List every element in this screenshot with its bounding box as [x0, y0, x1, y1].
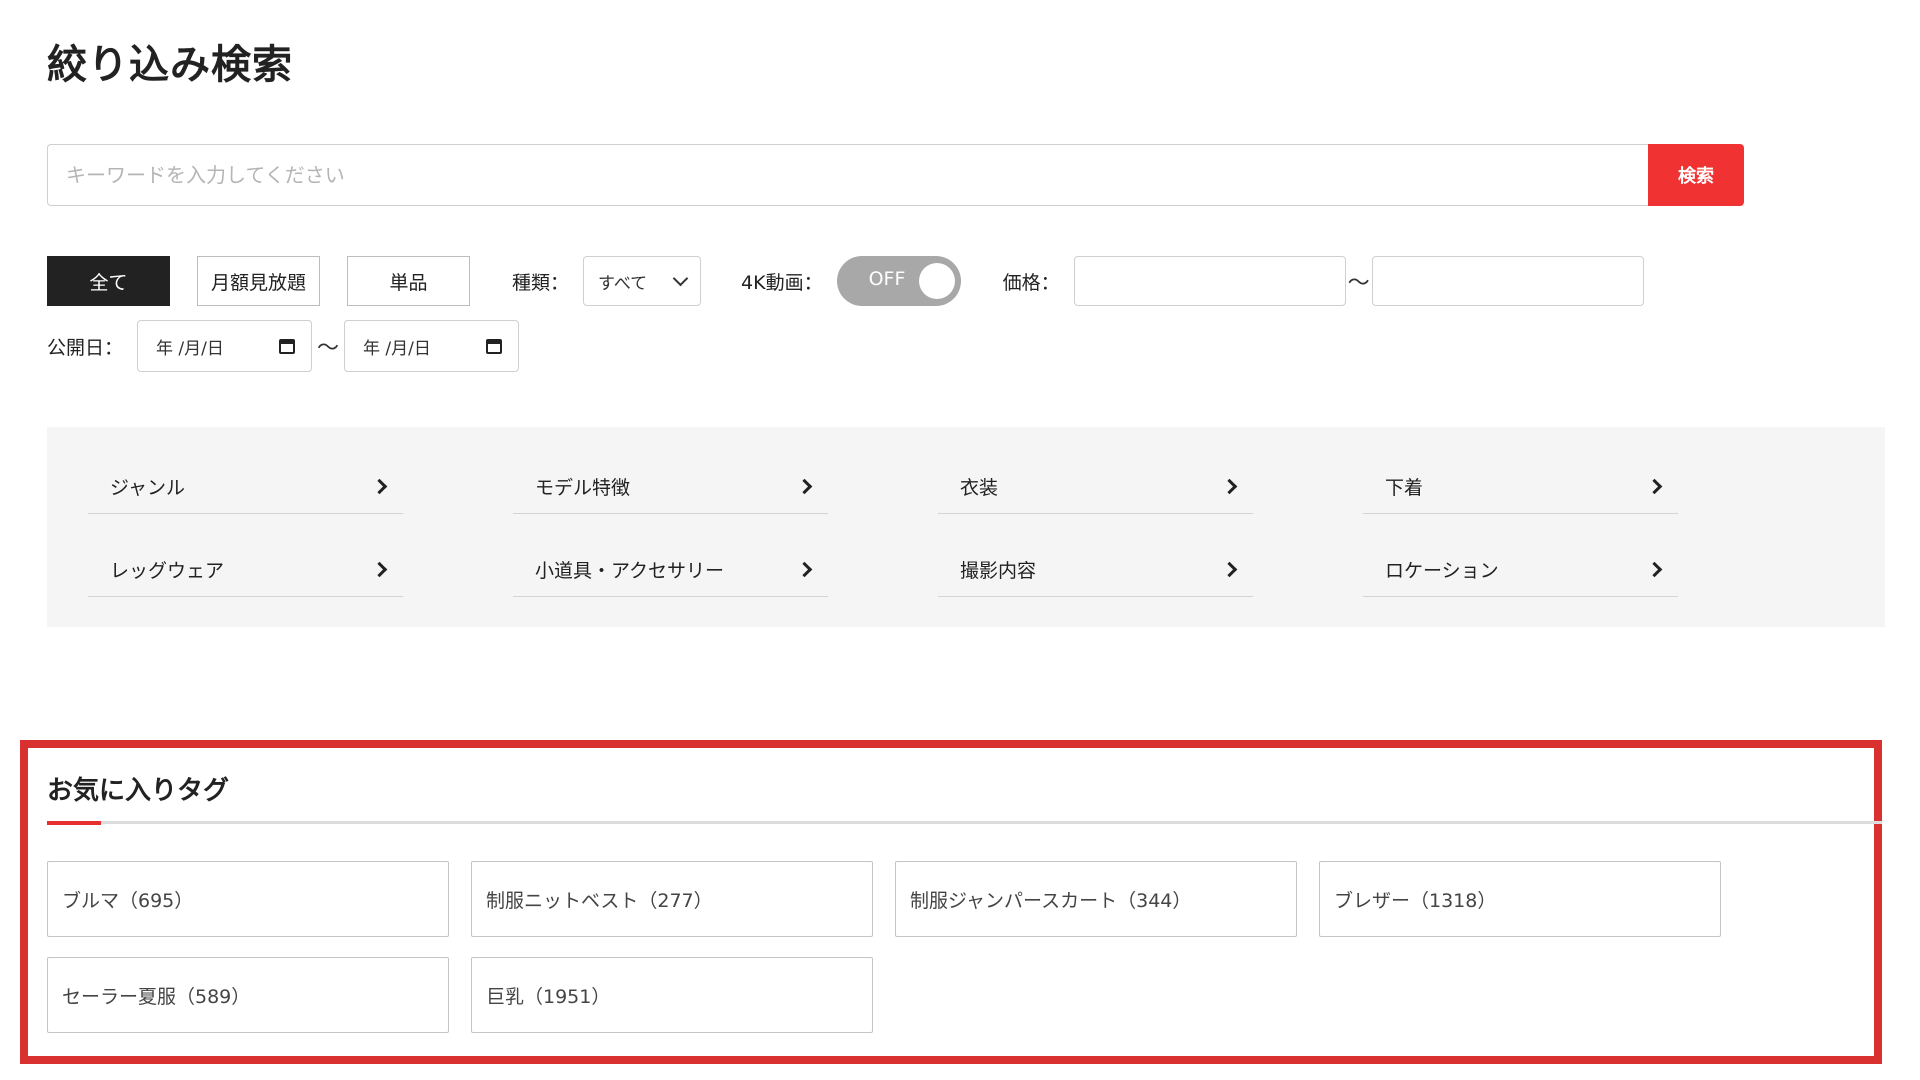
plan-all-button[interactable]: 全て [47, 256, 170, 306]
filter-row-date: 公開日： 年 /月/日 〜 年 /月/日 [47, 320, 520, 372]
tag-item[interactable]: 制服ジャンパースカート（344） [895, 861, 1297, 937]
price-max-input[interactable] [1371, 256, 1644, 306]
category-label: 衣装 [960, 477, 999, 499]
chevron-right-icon [1221, 478, 1238, 495]
chevron-right-icon [371, 478, 388, 495]
chevron-right-icon [796, 478, 813, 495]
divider-accent [47, 821, 101, 825]
category-label: 下着 [1385, 477, 1424, 499]
chevron-right-icon [1646, 561, 1663, 578]
category-label: 撮影内容 [960, 560, 1037, 582]
keyword-search-input[interactable] [47, 144, 1648, 206]
type-select[interactable]: すべて [583, 256, 702, 306]
category-underwear[interactable]: 下着 [1363, 460, 1678, 514]
price-range-tilde: 〜 [1347, 271, 1370, 296]
tag-item[interactable]: ブルマ（695） [47, 861, 449, 937]
search-bar: 検索 [47, 144, 1744, 206]
category-location[interactable]: ロケーション [1363, 543, 1678, 597]
tag-item[interactable]: 巨乳（1951） [471, 957, 873, 1033]
date-from-placeholder: 年 /月/日 [156, 338, 224, 359]
price-min-input[interactable] [1073, 256, 1346, 306]
chevron-right-icon [1221, 561, 1238, 578]
calendar-icon[interactable] [279, 338, 296, 354]
favorite-tags-section: お気に入りタグ ブルマ（695） 制服ニットベスト（277） 制服ジャンパースカ… [20, 740, 1882, 1064]
date-to-placeholder: 年 /月/日 [363, 338, 431, 359]
price-label: 価格： [1002, 271, 1060, 294]
plan-subscription-button[interactable]: 月額見放題 [197, 256, 320, 306]
chevron-down-icon [672, 270, 689, 286]
category-genre[interactable]: ジャンル [88, 460, 403, 514]
chevron-right-icon [1646, 478, 1663, 495]
fourk-label: 4K動画： [741, 271, 823, 294]
release-date-to-input[interactable]: 年 /月/日 [344, 320, 520, 372]
category-label: レッグウェア [110, 560, 225, 582]
type-label: 種類： [512, 271, 570, 294]
category-props-accessories[interactable]: 小道具・アクセサリー [513, 543, 828, 597]
tag-item[interactable]: ブレザー（1318） [1319, 861, 1721, 937]
filter-row-primary: 全て 月額見放題 単品 種類： すべて 4K動画： OFF 価格： 〜 [47, 256, 1644, 306]
tag-item[interactable]: セーラー夏服（589） [47, 957, 449, 1033]
chevron-right-icon [371, 561, 388, 578]
section-divider [47, 821, 1882, 825]
search-button[interactable]: 検索 [1648, 144, 1744, 206]
toggle-knob [918, 263, 955, 299]
page-title: 絞り込み検索 [47, 42, 293, 88]
category-label: モデル特徴 [535, 477, 631, 499]
tag-item[interactable]: 制服ニットベスト（277） [471, 861, 873, 937]
fourk-toggle-state: OFF [868, 268, 906, 290]
favorite-tags-title: お気に入りタグ [47, 776, 230, 806]
release-date-from-input[interactable]: 年 /月/日 [137, 320, 313, 372]
category-panel: ジャンル モデル特徴 衣装 下着 レッグウェア 小道具・アクセサリー 撮影内容 … [47, 427, 1885, 627]
fourk-toggle[interactable]: OFF [836, 256, 961, 306]
release-date-label: 公開日： [47, 336, 124, 359]
plan-single-button[interactable]: 単品 [347, 256, 470, 306]
date-range-tilde: 〜 [317, 336, 340, 361]
category-costume[interactable]: 衣装 [938, 460, 1253, 514]
category-shooting-content[interactable]: 撮影内容 [938, 543, 1253, 597]
type-select-value: すべて [598, 273, 648, 294]
category-label: ロケーション [1385, 560, 1499, 582]
category-legwear[interactable]: レッグウェア [88, 543, 403, 597]
category-model-features[interactable]: モデル特徴 [513, 460, 828, 514]
category-label: ジャンル [110, 477, 186, 499]
category-label: 小道具・アクセサリー [535, 560, 725, 582]
chevron-right-icon [796, 561, 813, 578]
calendar-icon[interactable] [486, 338, 503, 354]
